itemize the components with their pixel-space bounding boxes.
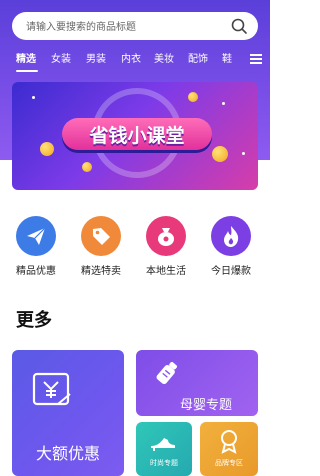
tab-beauty[interactable]: 美妆 xyxy=(154,50,174,65)
sparkle xyxy=(222,102,225,105)
tab-women[interactable]: 女装 xyxy=(51,50,71,65)
active-tab-indicator xyxy=(16,70,38,72)
shortcut-quality-deals[interactable]: 精品优惠 xyxy=(4,216,68,277)
card-brand-label: 品牌专区 xyxy=(215,459,243,467)
card-fashion-label: 时尚专题 xyxy=(150,459,178,467)
shortcut-label: 今日爆款 xyxy=(211,266,251,277)
promo-banner[interactable]: 省钱小课堂 xyxy=(12,82,258,190)
shortcut-label: 精品优惠 xyxy=(16,266,56,277)
banner-title: 省钱小课堂 xyxy=(89,125,185,147)
coin-icon xyxy=(40,142,54,156)
coupon-icon xyxy=(32,372,71,406)
coin-icon xyxy=(82,162,92,172)
shortcut-label: 精选特卖 xyxy=(81,266,121,277)
menu-icon[interactable] xyxy=(250,54,262,64)
tab-shoes[interactable]: 鞋 xyxy=(222,50,232,65)
tab-men[interactable]: 男装 xyxy=(86,50,106,65)
tab-featured[interactable]: 精选 xyxy=(16,50,36,65)
shortcut-special-sale[interactable]: 精选特卖 xyxy=(69,216,133,277)
card-brand[interactable]: 品牌专区 xyxy=(200,422,258,476)
tab-accessories[interactable]: 配饰 xyxy=(188,50,208,65)
search-icon[interactable] xyxy=(230,17,248,35)
paper-plane-icon xyxy=(16,216,56,256)
category-shortcuts: 精品优惠 精选特卖 本地生活 今日爆款 xyxy=(0,216,270,277)
card-big-discount[interactable]: 大额优惠 xyxy=(12,350,124,476)
section-heading-more: 更多 xyxy=(16,310,52,331)
search-input[interactable]: 请输入要搜索的商品标题 xyxy=(26,18,136,33)
search-bar[interactable]: 请输入要搜索的商品标题 xyxy=(12,12,258,40)
card-baby-label: 母婴专题 xyxy=(180,398,233,413)
tag-icon xyxy=(81,216,121,256)
flame-icon xyxy=(211,216,251,256)
sparkle xyxy=(32,96,35,99)
shortcut-local-life[interactable]: 本地生活 xyxy=(134,216,198,277)
card-big-discount-label: 大额优惠 xyxy=(36,444,101,463)
card-fashion[interactable]: 时尚专题 xyxy=(136,422,192,476)
baby-bottle-icon xyxy=(156,362,177,385)
category-tabs: 精选 女装 男装 内衣 美妆 配饰 鞋 xyxy=(0,50,270,72)
sparkle xyxy=(242,152,245,155)
shortcut-label: 本地生活 xyxy=(146,266,186,277)
coin-icon xyxy=(212,146,228,162)
high-heel-icon xyxy=(151,438,175,451)
shortcut-hot-today[interactable]: 今日爆款 xyxy=(199,216,263,277)
money-bag-icon xyxy=(146,216,186,256)
badge-icon xyxy=(221,430,237,454)
tab-underwear[interactable]: 内衣 xyxy=(121,50,141,65)
card-baby[interactable]: 母婴专题 xyxy=(136,350,258,416)
coin-icon xyxy=(188,92,198,102)
